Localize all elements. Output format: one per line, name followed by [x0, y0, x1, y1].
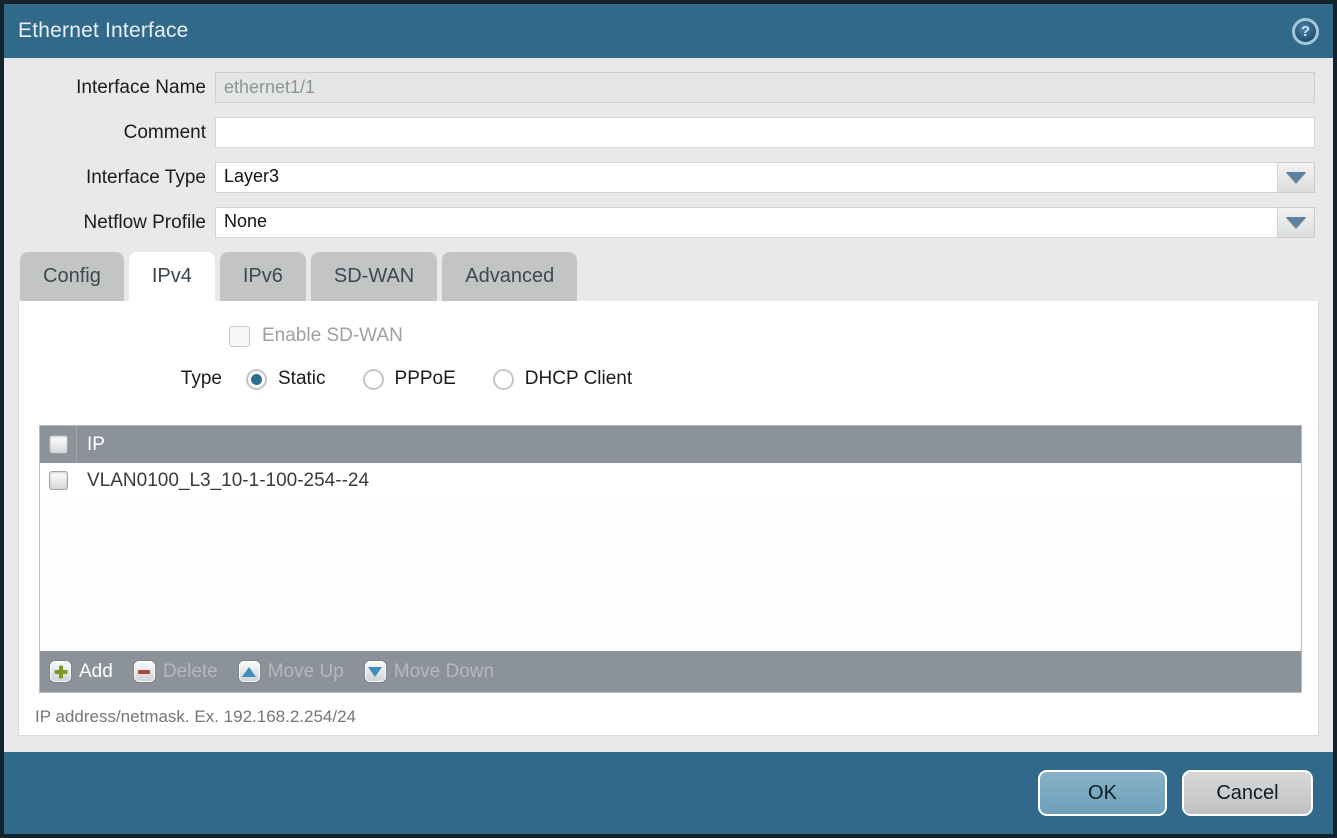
minus-icon — [134, 661, 155, 682]
radio-static-label: Static — [278, 368, 326, 390]
move-up-button-label: Move Up — [268, 661, 344, 683]
delete-button-label: Delete — [163, 661, 218, 683]
type-radio-group: Type Static PPPoE DHCP Client — [162, 368, 1318, 390]
select-all-cell — [40, 426, 77, 463]
chevron-down-icon[interactable] — [1278, 207, 1315, 238]
radio-option-pppoe[interactable]: PPPoE — [363, 368, 456, 390]
arrow-up-icon — [239, 661, 260, 682]
dialog-titlebar: Ethernet Interface ? — [4, 4, 1333, 58]
cancel-button[interactable]: Cancel — [1182, 770, 1313, 816]
triangle-down-glyph — [1286, 217, 1306, 228]
ip-table-header: IP — [40, 426, 1301, 463]
ipv4-tab-panel: Enable SD-WAN Type Static PPPoE DHCP Cli… — [18, 301, 1319, 736]
comment-label: Comment — [18, 122, 206, 144]
chevron-down-icon[interactable] — [1278, 162, 1315, 193]
ip-cell-value[interactable]: VLAN0100_L3_10-1-100-254--24 — [77, 470, 369, 492]
move-down-button-label: Move Down — [394, 661, 494, 683]
netflow-profile-dropdown[interactable]: None — [215, 207, 1315, 238]
add-button-label: Add — [79, 661, 113, 683]
radio-pppoe-label: PPPoE — [395, 368, 456, 390]
radio-dhcp-client-label: DHCP Client — [525, 368, 632, 390]
tab-sd-wan[interactable]: SD-WAN — [311, 252, 437, 301]
move-down-button[interactable]: Move Down — [365, 661, 494, 683]
row-checkbox[interactable] — [49, 471, 68, 490]
arrow-down-icon — [365, 661, 386, 682]
interface-name-label: Interface Name — [18, 77, 206, 99]
interface-type-dropdown[interactable]: Layer3 — [215, 162, 1315, 193]
triangle-down-glyph — [1286, 172, 1306, 183]
enable-sdwan-row: Enable SD-WAN — [229, 301, 1318, 347]
radio-dhcp-client[interactable] — [493, 369, 514, 390]
tab-ipv4[interactable]: IPv4 — [129, 252, 215, 301]
dialog-title: Ethernet Interface — [18, 19, 189, 43]
ip-address-table: IP VLAN0100_L3_10-1-100-254--24 Add Dele… — [39, 425, 1302, 693]
help-icon[interactable]: ? — [1292, 18, 1319, 45]
radio-pppoe[interactable] — [363, 369, 384, 390]
comment-row: Comment — [18, 117, 1315, 148]
ethernet-interface-dialog: Ethernet Interface ? Interface Name Comm… — [0, 0, 1337, 838]
interface-type-row: Interface Type Layer3 — [18, 162, 1315, 193]
select-all-checkbox[interactable] — [49, 435, 68, 454]
ok-button[interactable]: OK — [1038, 770, 1167, 816]
enable-sdwan-label: Enable SD-WAN — [262, 325, 403, 347]
comment-input[interactable] — [215, 117, 1315, 148]
dialog-footer: OK Cancel — [4, 752, 1333, 834]
ip-format-hint: IP address/netmask. Ex. 192.168.2.254/24 — [35, 707, 1318, 727]
type-label: Type — [162, 368, 222, 390]
delete-button[interactable]: Delete — [134, 661, 218, 683]
interface-name-input — [215, 72, 1315, 103]
add-button[interactable]: Add — [50, 661, 113, 683]
netflow-profile-row: Netflow Profile None — [18, 207, 1315, 238]
ip-column-header: IP — [77, 434, 105, 456]
row-checkbox-cell — [40, 463, 77, 498]
tab-config[interactable]: Config — [20, 252, 124, 301]
interface-type-label: Interface Type — [18, 167, 206, 189]
netflow-profile-value[interactable]: None — [215, 207, 1278, 238]
radio-static[interactable] — [246, 369, 267, 390]
enable-sdwan-checkbox — [229, 326, 250, 347]
table-toolbar: Add Delete Move Up Move Down — [40, 651, 1301, 692]
interface-type-value[interactable]: Layer3 — [215, 162, 1278, 193]
move-up-button[interactable]: Move Up — [239, 661, 344, 683]
plus-icon — [50, 661, 71, 682]
interface-name-row: Interface Name — [18, 72, 1315, 103]
radio-option-dhcp-client[interactable]: DHCP Client — [493, 368, 632, 390]
tab-bar: Config IPv4 IPv6 SD-WAN Advanced — [20, 252, 1333, 301]
table-empty-area — [40, 498, 1301, 651]
tab-advanced[interactable]: Advanced — [442, 252, 577, 301]
table-row[interactable]: VLAN0100_L3_10-1-100-254--24 — [40, 463, 1301, 498]
netflow-profile-label: Netflow Profile — [18, 212, 206, 234]
radio-option-static[interactable]: Static — [246, 368, 326, 390]
tab-ipv6[interactable]: IPv6 — [220, 252, 306, 301]
